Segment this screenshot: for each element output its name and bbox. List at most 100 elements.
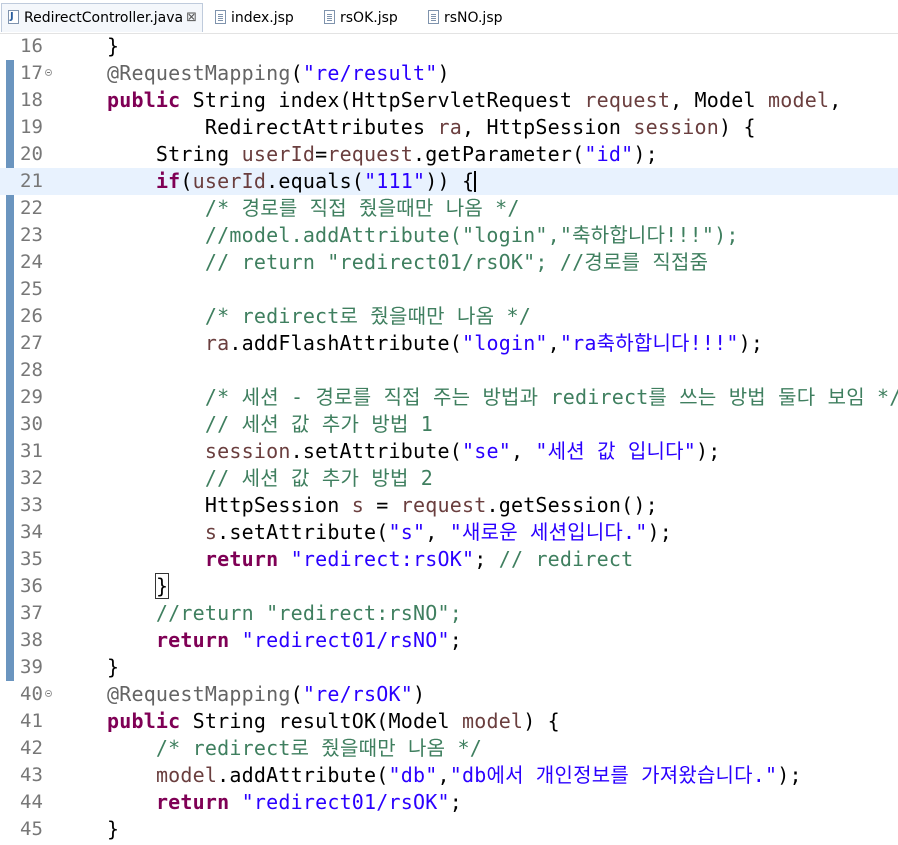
code-token: /* redirect로 줬을때만 나옴 */ bbox=[58, 304, 531, 328]
code-token: String bbox=[58, 142, 242, 166]
code-token: } bbox=[58, 34, 120, 58]
code-line[interactable]: 24 // return "redirect01/rsOK"; //경로를 직접… bbox=[0, 249, 898, 276]
code-line[interactable]: 36 } bbox=[0, 573, 898, 600]
code-line[interactable]: 41 public String resultOK(Model model) { bbox=[0, 708, 898, 735]
tab-index-jsp[interactable]: index.jsp bbox=[209, 4, 309, 32]
fold-collapse-icon[interactable] bbox=[45, 690, 52, 697]
code-line[interactable]: 25 bbox=[0, 276, 898, 303]
code-token: , bbox=[829, 88, 842, 112]
code-text: return "redirect01/rsNO"; bbox=[58, 627, 462, 654]
code-token: // 세션 값 추가 방법 2 bbox=[58, 466, 434, 490]
code-token: request bbox=[327, 142, 414, 166]
code-token: ) { bbox=[523, 709, 560, 733]
code-token: ) bbox=[413, 682, 426, 706]
code-line[interactable]: 40 @RequestMapping("re/rsOK") bbox=[0, 681, 898, 708]
code-token: } bbox=[154, 573, 170, 599]
line-number: 41 bbox=[20, 710, 43, 732]
code-text: if(userId.equals("111")) { bbox=[58, 168, 477, 195]
code-text: } bbox=[58, 33, 119, 60]
code-line[interactable]: 27 ra.addFlashAttribute("login","ra축하합니다… bbox=[0, 330, 898, 357]
code-token: // redirect bbox=[498, 547, 634, 571]
line-number: 38 bbox=[20, 629, 43, 651]
code-line[interactable]: 44 return "redirect01/rsOK"; bbox=[0, 789, 898, 816]
code-line[interactable]: 28 bbox=[0, 357, 898, 384]
code-line[interactable]: 23 //model.addAttribute("login","축하합니다!!… bbox=[0, 222, 898, 249]
code-line[interactable]: 32 // 세션 값 추가 방법 2 bbox=[0, 465, 898, 492]
code-token: "id" bbox=[584, 142, 634, 166]
code-token: .setAttribute( bbox=[217, 520, 389, 544]
code-token: "db" bbox=[388, 763, 438, 787]
code-line[interactable]: 20 String userId=request.getParameter("i… bbox=[0, 141, 898, 168]
code-token: "se" bbox=[461, 439, 511, 463]
code-line[interactable]: 26 /* redirect로 줬을때만 나옴 */ bbox=[0, 303, 898, 330]
code-line[interactable]: 38 return "redirect01/rsNO"; bbox=[0, 627, 898, 654]
code-text: //return "redirect:rsNO"; bbox=[58, 600, 462, 627]
code-token: ; bbox=[449, 628, 462, 652]
code-line[interactable]: 33 HttpSession s = request.getSession(); bbox=[0, 492, 898, 519]
line-number: 19 bbox=[20, 116, 43, 138]
code-text: String userId=request.getParameter("id")… bbox=[58, 141, 658, 168]
code-token: @RequestMapping bbox=[106, 61, 291, 85]
code-token: .getParameter( bbox=[413, 142, 585, 166]
code-token: ); bbox=[738, 331, 764, 355]
code-line[interactable]: 34 s.setAttribute("s", "새로운 세션입니다."); bbox=[0, 519, 898, 546]
editor-tab-bar: RedirectController.java ⊠ index.jsp rsOK… bbox=[0, 0, 898, 34]
code-line[interactable]: 29 /* 세션 - 경로를 직접 주는 방법과 redirect를 쓰는 방법… bbox=[0, 384, 898, 411]
text-caret bbox=[474, 171, 477, 192]
line-number: 35 bbox=[20, 548, 43, 570]
code-token: RedirectAttributes bbox=[58, 115, 438, 139]
code-editor[interactable]: 16 } 17 @RequestMapping("re/result") 18 pu… bbox=[0, 33, 898, 845]
tab-redirect-controller[interactable]: RedirectController.java ⊠ bbox=[1, 3, 203, 32]
code-token: "ra축하합니다!!!" bbox=[559, 331, 739, 355]
tab-rsok-jsp[interactable]: rsOK.jsp bbox=[318, 4, 418, 32]
tab-label: RedirectController.java bbox=[24, 10, 184, 26]
code-line[interactable]: 35 return "redirect:rsOK"; // redirect bbox=[0, 546, 898, 573]
code-line[interactable]: 43 model.addAttribute("db","db에서 개인정보를 가… bbox=[0, 762, 898, 789]
java-file-icon bbox=[8, 10, 19, 24]
tab-rsno-jsp[interactable]: rsNO.jsp bbox=[422, 4, 522, 32]
code-line[interactable]: 19 RedirectAttributes ra, HttpSession se… bbox=[0, 114, 898, 141]
code-text: } bbox=[58, 573, 170, 600]
code-line[interactable]: 17 @RequestMapping("re/result") bbox=[0, 60, 898, 87]
code-token: // 세션 값 추가 방법 1 bbox=[58, 412, 434, 436]
code-token: ); bbox=[696, 439, 721, 463]
code-token: ; bbox=[449, 790, 462, 814]
code-text: model.addAttribute("db","db에서 개인정보를 가져왔습… bbox=[58, 762, 802, 789]
code-token: ( bbox=[290, 61, 303, 85]
code-token: return bbox=[204, 547, 279, 571]
code-line[interactable]: 31 session.setAttribute("se", "세션 값 입니다"… bbox=[0, 438, 898, 465]
fold-collapse-icon[interactable] bbox=[45, 69, 52, 76]
code-token: , HttpSession bbox=[461, 115, 634, 139]
code-line[interactable]: 39 } bbox=[0, 654, 898, 681]
code-line[interactable]: 30 // 세션 값 추가 방법 1 bbox=[0, 411, 898, 438]
code-line[interactable]: 18 public String index(HttpServletReques… bbox=[0, 87, 898, 114]
code-token: ) bbox=[437, 61, 450, 85]
code-token: ); bbox=[647, 520, 672, 544]
code-line[interactable]: 45 } bbox=[0, 816, 898, 843]
code-token: ( bbox=[180, 169, 193, 193]
code-line[interactable]: 37 //return "redirect:rsNO"; bbox=[0, 600, 898, 627]
code-line[interactable]: 42 /* redirect로 줬을때만 나옴 */ bbox=[0, 735, 898, 762]
code-line[interactable]: 21 if(userId.equals("111")) { bbox=[0, 168, 898, 195]
code-line[interactable]: 22 /* 경로를 직접 줬을때만 나옴 */ bbox=[0, 195, 898, 222]
code-token: } bbox=[58, 817, 120, 841]
code-token: public bbox=[106, 88, 181, 112]
line-number: 27 bbox=[20, 332, 43, 354]
code-token: } bbox=[58, 655, 120, 679]
line-number: 44 bbox=[20, 791, 43, 813]
code-token: "s" bbox=[388, 520, 426, 544]
code-token: session bbox=[204, 439, 291, 463]
code-text: return "redirect01/rsOK"; bbox=[58, 789, 462, 816]
code-text: @RequestMapping("re/result") bbox=[58, 60, 450, 87]
code-text: public String index(HttpServletRequest r… bbox=[58, 87, 841, 114]
close-icon[interactable]: ⊠ bbox=[186, 4, 197, 32]
code-line[interactable]: 16 } bbox=[0, 33, 898, 60]
code-token: /* 세션 - 경로를 직접 주는 방법과 redirect를 쓰는 방법 둘다… bbox=[58, 385, 898, 409]
code-token: //model.addAttribute("login","축하합니다!!!")… bbox=[58, 223, 739, 247]
